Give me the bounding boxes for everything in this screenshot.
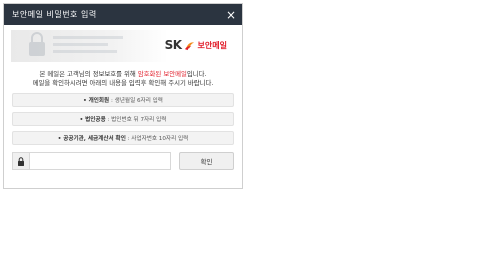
password-dialog: 보안메일 비밀번호 입력 × SK 보안메일 본 메일은 고객님의 정보보호를 …	[3, 3, 243, 189]
info-row-public: • 공공기관, 세금계산서 확인 : 사업자번호 10자리 입력	[12, 131, 234, 145]
brand-name: 보안메일	[197, 40, 227, 50]
dialog-titlebar: 보안메일 비밀번호 입력 ×	[4, 4, 242, 25]
info-row-individual: • 개인회원 : 생년월일 6자리 입력	[12, 93, 234, 107]
notice-line-2: 메일을 확인하시려면 아래의 내용을 입력후 확인해 주시기 바랍니다.	[32, 79, 214, 87]
brand-banner: SK 보안메일	[11, 30, 235, 62]
brand-logo: SK 보안메일	[165, 38, 227, 52]
notice-line-1-b: 입니다.	[186, 70, 207, 78]
info-row-corporate: • 법인공용 : 법인번호 뒤 7자리 입력	[12, 112, 234, 126]
notice-line-1-a: 본 메일은 고객님의 정보보호를 위해	[39, 70, 138, 78]
info-label: • 개인회원	[83, 98, 110, 104]
password-input[interactable]	[29, 152, 172, 170]
info-desc: : 법인번호 뒤 7자리 입력	[105, 117, 167, 123]
lock-graphic-icon	[29, 32, 123, 56]
info-label: • 공공기관, 세금계산서 확인	[57, 136, 126, 142]
sk-logo-icon	[184, 41, 194, 50]
notice-text: 본 메일은 고객님의 정보보호를 위해 암호화된 보안메일입니다. 메일을 확인…	[4, 70, 242, 88]
info-desc: : 사업자번호 10자리 입력	[125, 136, 189, 142]
lock-icon	[12, 152, 30, 170]
confirm-button[interactable]: 확인	[179, 152, 234, 170]
close-icon[interactable]: ×	[226, 9, 236, 21]
notice-highlight: 암호화된 보안메일	[137, 70, 187, 78]
notice-line-1: 본 메일은 고객님의 정보보호를 위해 암호화된 보안메일입니다.	[4, 70, 242, 79]
dialog-title: 보안메일 비밀번호 입력	[12, 10, 97, 19]
info-desc: : 생년월일 6자리 입력	[109, 98, 163, 104]
info-label: • 법인공용	[79, 117, 106, 123]
brand-prefix: SK	[164, 38, 182, 52]
password-row: 확인	[12, 152, 234, 170]
